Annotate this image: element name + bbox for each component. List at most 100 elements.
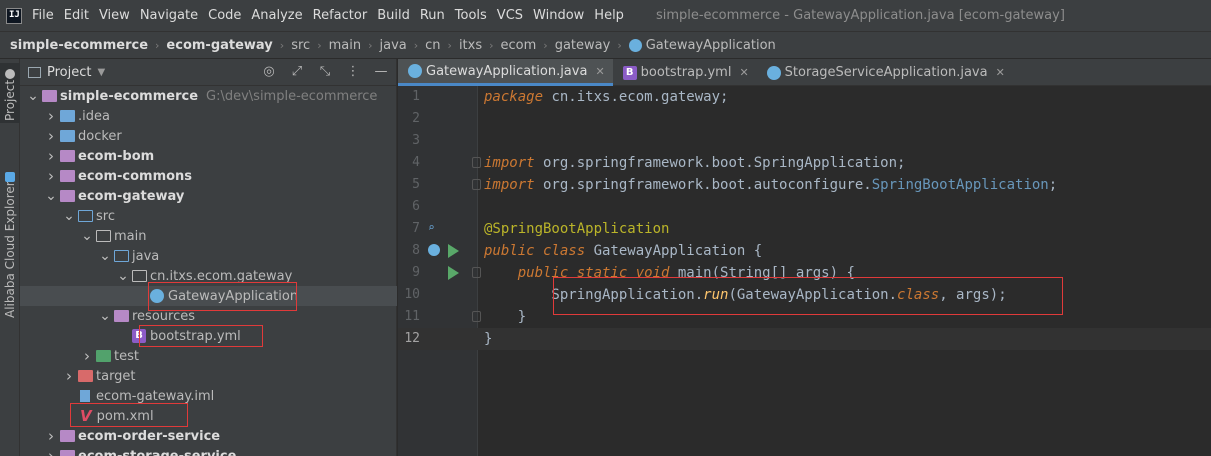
project-view-icon <box>28 66 41 78</box>
tree-item-label: target <box>96 368 136 384</box>
tree-item[interactable]: › target <box>20 366 397 386</box>
breadcrumb-item[interactable]: simple-ecommerce <box>10 38 148 53</box>
chevron-right-icon[interactable]: › <box>62 367 76 385</box>
menu-window[interactable]: Window <box>533 8 584 23</box>
menu-vcs[interactable]: VCS <box>497 8 523 23</box>
chevron-down-icon[interactable]: ▼ <box>97 67 105 78</box>
folder-icon <box>60 110 75 122</box>
cloud-tab-label: Alibaba Cloud Explorer <box>3 181 17 319</box>
tree-item[interactable]: ⌄ simple-ecommerce G:\dev\simple-ecommerce <box>20 86 397 106</box>
chevron-down-icon[interactable]: ⌄ <box>98 309 112 323</box>
tree-item[interactable]: ⌄ ecom-gateway <box>20 186 397 206</box>
tree-item[interactable]: › ecom-order-service <box>20 426 397 446</box>
tree-item[interactable]: ⌄ src <box>20 206 397 226</box>
fold-marker-icon[interactable] <box>472 157 481 168</box>
chevron-right-icon[interactable]: › <box>44 447 58 456</box>
fold-marker-icon[interactable] <box>472 179 481 190</box>
code-line[interactable]: 1 package cn.itxs.ecom.gateway; <box>398 86 1211 108</box>
hide-panel-icon[interactable]: — <box>374 64 388 79</box>
chevron-down-icon[interactable]: ⌄ <box>116 269 130 283</box>
breadcrumb-item[interactable]: src <box>291 38 310 53</box>
code-line[interactable]: 4 import org.springframework.boot.SpringA… <box>398 152 1211 174</box>
menu-view[interactable]: View <box>99 8 130 23</box>
spring-boot-icon[interactable] <box>428 244 440 256</box>
close-icon[interactable]: ✕ <box>739 66 748 79</box>
breadcrumb-item[interactable]: ecom-gateway <box>166 38 272 53</box>
chevron-right-icon[interactable]: › <box>44 147 58 165</box>
line-number: 1 <box>412 89 420 104</box>
chevron-right-icon[interactable]: › <box>44 427 58 445</box>
breadcrumb-item[interactable]: gateway <box>555 38 611 53</box>
code-editor[interactable]: 1 package cn.itxs.ecom.gateway; 2 3 4 import … <box>398 86 1211 456</box>
menu-edit[interactable]: Edit <box>64 8 89 23</box>
folder-icon <box>60 170 75 182</box>
fold-marker-icon[interactable] <box>472 267 481 278</box>
chevron-right-icon[interactable]: › <box>80 347 94 365</box>
editor-tab[interactable]: GatewayApplication.java ✕ <box>398 59 613 86</box>
chevron-down-icon[interactable]: ⌄ <box>44 189 58 203</box>
project-view-selector[interactable]: Project <box>47 65 91 80</box>
code-token: public class <box>484 243 594 259</box>
tree-item-label: ecom-order-service <box>78 428 221 444</box>
editor-tab[interactable]: Bbootstrap.yml ✕ <box>613 59 757 86</box>
chevron-down-icon[interactable]: ⌄ <box>80 229 94 243</box>
code-line[interactable]: 12} <box>398 328 1211 350</box>
chevron-down-icon[interactable]: ⌄ <box>98 249 112 263</box>
tree-item[interactable]: › ecom-commons <box>20 166 397 186</box>
close-icon[interactable]: ✕ <box>595 65 604 78</box>
menu-run[interactable]: Run <box>420 8 445 23</box>
tree-item[interactable]: ⌄ java <box>20 246 397 266</box>
java-class-icon <box>766 65 781 80</box>
expand-all-icon[interactable]: ⤢ <box>290 64 304 79</box>
project-tool-tab[interactable]: Project <box>0 63 20 123</box>
chevron-down-icon[interactable]: ⌄ <box>62 209 76 223</box>
tree-item-label: test <box>114 348 139 364</box>
tree-item-label: ecom-gateway <box>78 188 185 204</box>
breadcrumb-item[interactable]: main <box>329 38 361 53</box>
menu-help[interactable]: Help <box>594 8 624 23</box>
options-icon[interactable]: ⋮ <box>346 64 360 79</box>
intellij-logo-icon[interactable]: IJ <box>6 7 22 24</box>
menu-file[interactable]: File <box>32 8 54 23</box>
breadcrumb-item[interactable]: java <box>379 38 406 53</box>
breadcrumb-item[interactable]: itxs <box>459 38 482 53</box>
code-line[interactable]: 2 <box>398 108 1211 130</box>
menu-tools[interactable]: Tools <box>455 8 487 23</box>
close-icon[interactable]: ✕ <box>996 66 1005 79</box>
code-line[interactable]: 8 public class GatewayApplication { <box>398 240 1211 262</box>
chevron-right-icon[interactable]: › <box>44 107 58 125</box>
code-line[interactable]: 3 <box>398 130 1211 152</box>
cloud-explorer-tool-tab[interactable]: Alibaba Cloud Explorer <box>0 143 20 343</box>
tree-item[interactable]: › ecom-storage-service <box>20 446 397 456</box>
locate-file-icon[interactable]: ◎ <box>262 64 276 79</box>
line-number: 5 <box>412 177 420 192</box>
breadcrumb-separator-icon: › <box>489 38 494 52</box>
spring-bean-icon[interactable]: ⌕ <box>428 222 440 234</box>
folder-icon <box>78 210 93 222</box>
tree-item[interactable]: › docker <box>20 126 397 146</box>
menu-build[interactable]: Build <box>377 8 410 23</box>
tree-item[interactable]: › test <box>20 346 397 366</box>
breadcrumb-item[interactable]: ecom <box>501 38 537 53</box>
run-icon[interactable] <box>448 266 459 280</box>
chevron-right-icon[interactable]: › <box>44 127 58 145</box>
fold-marker-icon[interactable] <box>472 311 481 322</box>
editor-tab[interactable]: StorageServiceApplication.java ✕ <box>757 59 1013 86</box>
folder-icon <box>96 230 111 242</box>
chevron-right-icon[interactable]: › <box>44 167 58 185</box>
menu-analyze[interactable]: Analyze <box>251 8 302 23</box>
run-icon[interactable] <box>448 244 459 258</box>
breadcrumb-item[interactable]: cn <box>425 38 440 53</box>
code-line[interactable]: 5 import org.springframework.boot.autocon… <box>398 174 1211 196</box>
code-line[interactable]: 7 ⌕ @SpringBootApplication <box>398 218 1211 240</box>
breadcrumb-item[interactable]: GatewayApplication <box>646 38 776 53</box>
menu-code[interactable]: Code <box>208 8 241 23</box>
chevron-down-icon[interactable]: ⌄ <box>26 89 40 103</box>
collapse-all-icon[interactable]: ⤡ <box>318 64 332 79</box>
tree-item[interactable]: › ecom-bom <box>20 146 397 166</box>
tree-item[interactable]: ⌄ main <box>20 226 397 246</box>
menu-navigate[interactable]: Navigate <box>140 8 198 23</box>
menu-refactor[interactable]: Refactor <box>313 8 368 23</box>
tree-item[interactable]: › .idea <box>20 106 397 126</box>
code-line[interactable]: 6 <box>398 196 1211 218</box>
